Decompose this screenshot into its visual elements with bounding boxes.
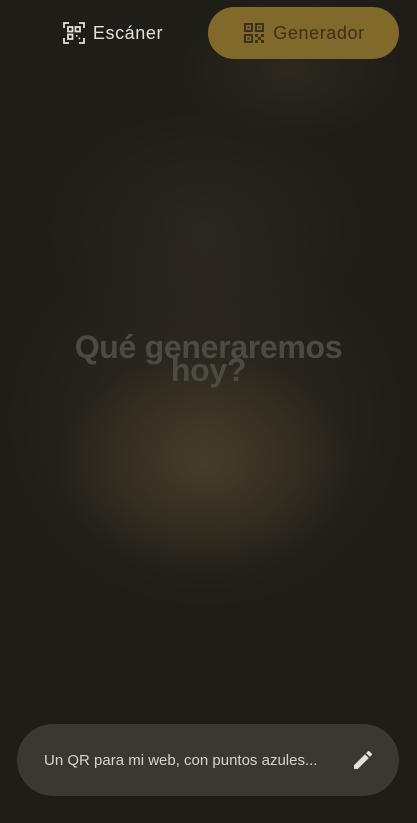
tab-generator-label: Generador bbox=[273, 22, 365, 43]
prompt-input[interactable] bbox=[44, 745, 339, 775]
page-title-line-2: hoy? bbox=[170, 352, 247, 388]
tab-scanner-label: Escáner bbox=[92, 22, 164, 43]
tab-generator[interactable]: Generador bbox=[208, 7, 399, 59]
qr-scan-icon bbox=[62, 21, 86, 45]
tab-scanner[interactable]: Escáner bbox=[17, 7, 208, 59]
generator-screen: Escáner Generador Qué generaremos hoy? U… bbox=[0, 0, 417, 823]
mode-tab-bar: Escáner Generador bbox=[17, 7, 399, 59]
pencil-icon bbox=[351, 748, 375, 772]
qr-code-icon bbox=[242, 21, 266, 45]
page-title: Qué generaremos hoy? bbox=[0, 331, 417, 388]
edit-button[interactable] bbox=[339, 736, 387, 784]
background-glow bbox=[0, 0, 417, 823]
prompt-bar bbox=[17, 724, 399, 796]
